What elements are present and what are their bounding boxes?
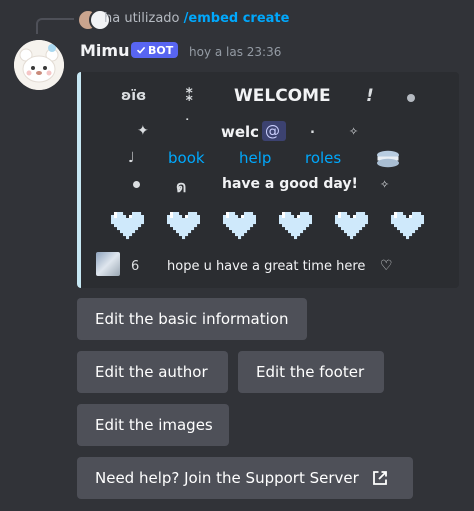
external-link-icon xyxy=(372,471,387,485)
footer-text: hope u have a great time here xyxy=(167,259,366,274)
edit-footer-button[interactable]: Edit the footer xyxy=(238,351,384,393)
thai-glyph: ด xyxy=(176,177,187,196)
button-label: Edit the images xyxy=(95,416,213,434)
bot-label: BOT xyxy=(148,43,174,57)
pixel-heart-icon xyxy=(111,212,144,240)
macaron-icon xyxy=(377,150,399,168)
heart-row xyxy=(111,212,424,242)
music-note-icon: ♩ xyxy=(128,150,135,166)
bot-badge: BOT xyxy=(131,42,179,58)
sparkle-glyph: ✦ xyxy=(137,123,149,139)
check-icon xyxy=(136,46,146,54)
edit-basic-info-button[interactable]: Edit the basic information xyxy=(77,298,307,340)
bullet-icon xyxy=(133,181,140,188)
roles-link[interactable]: roles xyxy=(305,149,341,167)
star-glyph: ✧ xyxy=(349,125,359,138)
good-day-text: have a good day! xyxy=(222,176,358,192)
button-label: Edit the footer xyxy=(256,363,365,381)
pixel-heart-icon xyxy=(223,212,256,240)
reply-text: ha utilizado /embed create xyxy=(104,11,289,26)
footer-number: 6 xyxy=(131,259,140,274)
footer-thumbnail[interactable] xyxy=(96,252,120,276)
support-server-button[interactable]: Need help? Join the Support Server xyxy=(77,457,413,499)
period-glyph: . xyxy=(310,122,315,137)
edit-images-button[interactable]: Edit the images xyxy=(77,404,229,446)
command-link[interactable]: /embed create xyxy=(184,11,290,26)
help-link[interactable]: help xyxy=(239,149,271,167)
username[interactable]: Mimu xyxy=(80,41,129,60)
bear-avatar-icon xyxy=(14,40,64,90)
welcome-text: welc xyxy=(221,123,260,141)
asterism-glyph: ⁑ xyxy=(185,86,194,106)
button-label: Edit the author xyxy=(95,363,208,381)
embed-title: WELCOME xyxy=(234,86,331,106)
ornament-text: ʚїɞ xyxy=(121,88,147,104)
book-link[interactable]: book xyxy=(168,149,205,167)
pixel-heart-icon xyxy=(167,212,200,240)
button-label: Edit the basic information xyxy=(95,310,289,328)
avatar[interactable] xyxy=(14,40,64,90)
pixel-heart-icon xyxy=(391,212,424,240)
embed: ʚїɞ ⁑ WELCOME ! ✦ ˙ welc @ . ✧ ♩ book he… xyxy=(77,72,459,288)
pixel-heart-icon xyxy=(335,212,368,240)
timestamp: hoy a las 23:36 xyxy=(189,45,282,59)
heart-outline-icon: ♡ xyxy=(380,258,393,274)
exclamation-glyph: ! xyxy=(366,86,374,106)
pixel-heart-icon xyxy=(279,212,312,240)
reply-connector xyxy=(36,18,74,34)
star-glyph: ✧ xyxy=(380,178,390,191)
reply-label: ha utilizado xyxy=(104,11,180,26)
dot-icon xyxy=(407,94,415,102)
mention[interactable]: @ xyxy=(265,122,280,140)
edit-author-button[interactable]: Edit the author xyxy=(77,351,228,393)
tick-glyph: ˙ xyxy=(184,118,191,133)
button-label: Need help? Join the Support Server xyxy=(95,469,359,487)
